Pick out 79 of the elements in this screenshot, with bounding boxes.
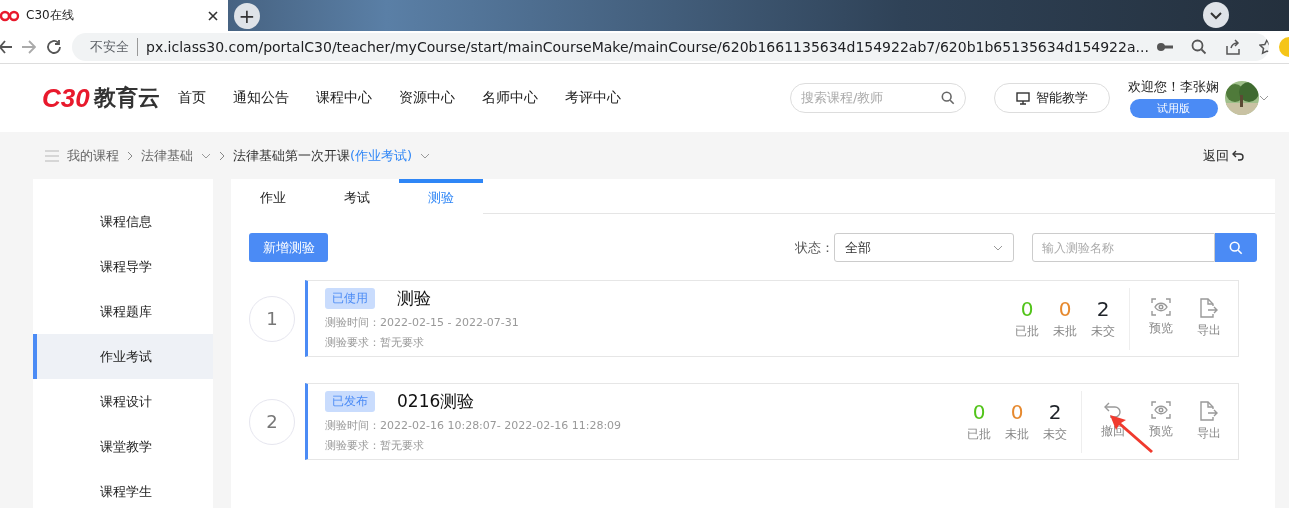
chevron-right-icon xyxy=(127,150,133,161)
stat-label: 已批 xyxy=(967,426,991,443)
tab[interactable]: 测验 xyxy=(399,179,483,214)
sidebar-item[interactable]: 课程学生 xyxy=(33,469,213,508)
status-select[interactable]: 全部 xyxy=(834,233,1014,262)
share-icon[interactable] xyxy=(1224,39,1241,55)
monitor-icon xyxy=(1016,91,1030,105)
stat-count: 2 xyxy=(1048,400,1062,424)
reload-icon[interactable] xyxy=(46,39,62,55)
stat-count: 0 xyxy=(1020,297,1034,321)
status-tag: 已发布 xyxy=(325,391,375,412)
action-link[interactable]: 预览 xyxy=(1144,298,1178,339)
url-text: px.iclass30.com/portalC30/teacher/myCourse/start/mainCourseMake/mainCourse/620b1661135634d154922ab7/620b1b65135634d154922a... xyxy=(146,39,1149,55)
new-tab-button[interactable]: + xyxy=(234,3,260,29)
chevron-down-icon xyxy=(420,152,431,159)
stat-label: 未交 xyxy=(1043,426,1067,443)
eye-icon xyxy=(1151,298,1171,316)
nav-link[interactable]: 通知公告 xyxy=(232,89,289,107)
dropdown-icon xyxy=(1259,95,1269,101)
logo-mark: C30 xyxy=(42,82,90,114)
stat-count: 2 xyxy=(1096,297,1110,321)
stat-count: 0 xyxy=(1058,297,1072,321)
search-button[interactable] xyxy=(1215,233,1257,262)
sidebar-item[interactable]: 课程信息 xyxy=(33,199,213,244)
back-arrow-icon[interactable] xyxy=(0,40,12,54)
back-link[interactable]: 返回 xyxy=(1203,146,1244,165)
logo-icon xyxy=(0,9,20,22)
search-icon xyxy=(941,91,955,105)
address-bar[interactable]: 不安全 px.iclass30.com/portalC30/teacher/myCourse/start/mainCourseMake/mainCourse/620b1661135634d154922ab7/620b1b65135634d154922a... xyxy=(72,33,1269,61)
logo-text: 教育云 xyxy=(93,84,160,112)
chevron-right-icon xyxy=(219,150,225,161)
stat-count: 0 xyxy=(972,400,986,424)
key-icon[interactable] xyxy=(1156,42,1173,52)
eye-icon xyxy=(1151,401,1171,419)
close-icon[interactable] xyxy=(208,10,218,21)
nav-link[interactable]: 资源中心 xyxy=(398,89,455,107)
return-icon xyxy=(1232,150,1244,161)
stat-label: 未批 xyxy=(1053,323,1077,340)
nav-link[interactable]: 课程中心 xyxy=(315,89,372,107)
security-label: 不安全 xyxy=(90,38,138,56)
trial-badge: 试用版 xyxy=(1129,99,1218,118)
quiz-search-field[interactable]: 输入测验名称 xyxy=(1032,233,1215,262)
breadcrumb-link[interactable]: 我的课程 xyxy=(67,146,119,165)
action-link[interactable]: 导出 xyxy=(1192,298,1226,339)
quiz-title[interactable]: 0216测验 xyxy=(397,390,475,413)
breadcrumb-link[interactable]: 法律基础 xyxy=(141,146,193,165)
file-export-icon xyxy=(1200,298,1218,318)
breadcrumb-link[interactable]: 法律基础第一次开课(作业考试) xyxy=(233,146,413,165)
action-link[interactable]: 预览 xyxy=(1144,401,1178,442)
stat-label: 未批 xyxy=(1005,426,1029,443)
action-link[interactable]: 导出 xyxy=(1192,401,1226,442)
sidebar-item[interactable]: 作业考试 xyxy=(33,334,213,379)
chevron-down-icon[interactable] xyxy=(1203,2,1229,28)
sidebar-item[interactable]: 课程设计 xyxy=(33,379,213,424)
nav-link[interactable]: 考评中心 xyxy=(564,89,621,107)
search-icon xyxy=(1229,240,1243,255)
browser-tab[interactable]: C30在线 xyxy=(0,0,228,31)
quiz-time: 测验时间：2022-02-15 - 2022-07-31 xyxy=(325,315,519,330)
stat-count: 0 xyxy=(1010,400,1024,424)
nav-link[interactable]: 首页 xyxy=(177,89,206,107)
chevron-down-icon xyxy=(993,244,1003,251)
welcome-text: 欢迎您！李张娴 xyxy=(1128,78,1219,96)
quiz-time: 测验时间：2022-02-16 10:28:07- 2022-02-16 11:28:09 xyxy=(325,418,622,433)
sidebar-item[interactable]: 课程题库 xyxy=(33,289,213,334)
smart-teaching-button[interactable]: 智能教学 xyxy=(994,83,1110,113)
stat-label: 未交 xyxy=(1091,323,1115,340)
tab-title: C30在线 xyxy=(26,7,74,24)
chevron-down-icon xyxy=(201,152,211,159)
status-tag: 已使用 xyxy=(325,288,375,309)
sidebar-item[interactable]: 课堂教学 xyxy=(33,424,213,469)
quiz-requirement: 测验要求：暂无要求 xyxy=(325,438,425,453)
stat-label: 已批 xyxy=(1015,323,1039,340)
file-export-icon xyxy=(1200,401,1218,421)
quiz-title[interactable]: 测验 xyxy=(397,287,431,310)
zoom-out-icon xyxy=(1190,39,1207,55)
status-label: 状态： xyxy=(795,238,834,257)
quiz-requirement: 测验要求：暂无要求 xyxy=(325,335,425,350)
sidebar-item[interactable]: 课程导学 xyxy=(33,244,213,289)
nav-link[interactable]: 名师中心 xyxy=(481,89,538,107)
